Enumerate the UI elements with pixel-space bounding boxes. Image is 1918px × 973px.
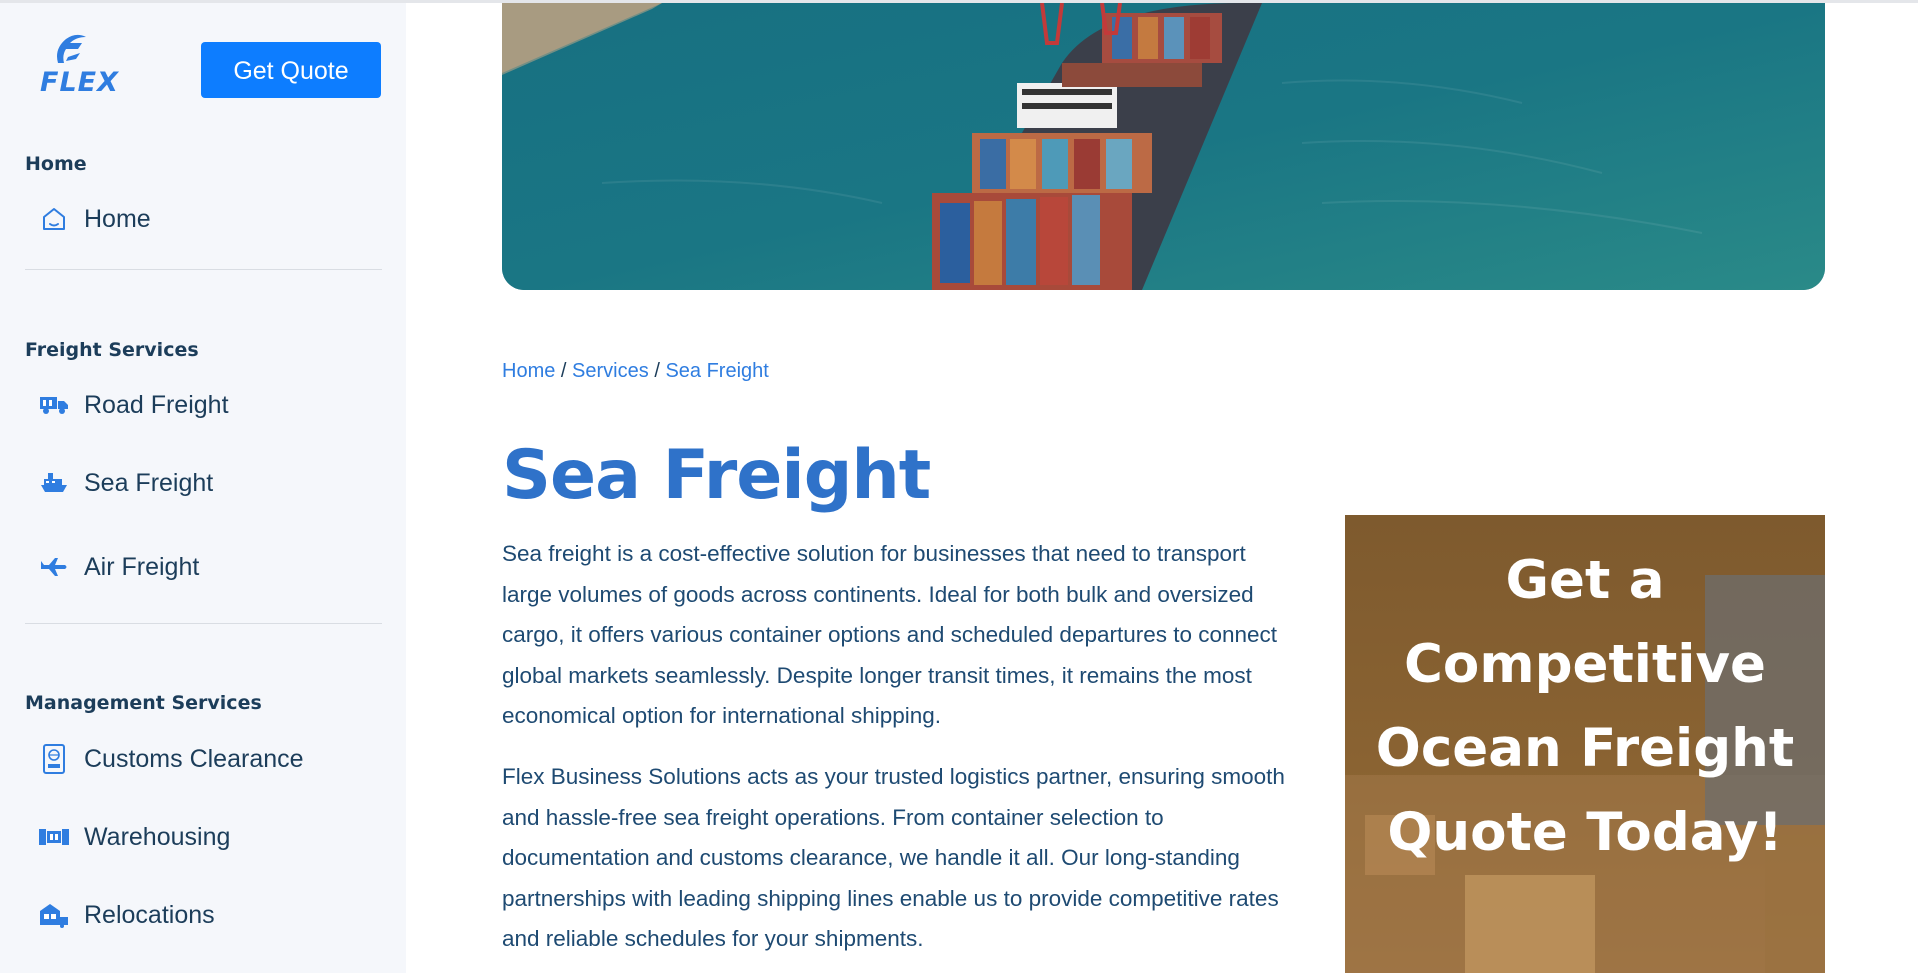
breadcrumb-separator: /	[560, 360, 567, 382]
breadcrumb-current: Sea Freight	[665, 360, 769, 382]
get-quote-button[interactable]: Get Quote	[201, 42, 381, 98]
promo-card[interactable]: Get a Competitive Ocean Freight Quote To…	[1345, 515, 1825, 973]
divider	[25, 269, 382, 270]
breadcrumb-home-link[interactable]: Home	[502, 360, 555, 382]
top-border	[0, 0, 1918, 3]
passport-icon	[38, 743, 70, 775]
breadcrumb: Home / Services / Sea Freight	[502, 360, 769, 383]
section-title-home: Home	[25, 153, 87, 175]
plane-icon	[38, 551, 70, 583]
breadcrumb-separator: /	[654, 360, 660, 382]
container-ship-illustration	[502, 3, 1825, 290]
sidebar-item-home[interactable]: Home	[38, 203, 151, 235]
intro-paragraph: Sea freight is a cost-effective solution…	[502, 541, 1278, 728]
sidebar-item-road-freight[interactable]: Road Freight	[38, 389, 229, 421]
sidebar-item-warehousing[interactable]: Warehousing	[38, 821, 230, 853]
sidebar-item-label: Home	[84, 204, 151, 233]
sidebar-item-label: Warehousing	[84, 822, 231, 851]
sidebar-item-label: Sea Freight	[84, 468, 214, 497]
logo[interactable]: FLEX	[38, 33, 119, 98]
logo-mark-icon	[57, 34, 86, 63]
sidebar-item-label: Relocations	[84, 900, 215, 929]
relocation-icon	[38, 899, 70, 931]
warehouse-icon	[38, 821, 70, 853]
section-title-freight-services: Freight Services	[25, 339, 199, 361]
truck-icon	[38, 389, 70, 421]
sidebar-item-label: Customs Clearance	[84, 744, 304, 773]
partner-paragraph: Flex Business Solutions acts as your tru…	[502, 764, 1285, 951]
page-title: Sea Freight	[502, 436, 931, 515]
sidebar-item-label: Air Freight	[84, 552, 200, 581]
home-icon	[38, 203, 70, 235]
section-title-management-services: Management Services	[25, 692, 262, 714]
breadcrumb-services-link[interactable]: Services	[572, 360, 649, 382]
sidebar-item-relocations[interactable]: Relocations	[38, 899, 215, 931]
hero-image	[502, 3, 1825, 290]
sidebar: FLEX Get Quote Home Home Freight Service…	[0, 3, 406, 973]
logo-text: FLEX	[40, 67, 119, 98]
sidebar-item-air-freight[interactable]: Air Freight	[38, 551, 199, 583]
sidebar-item-label: Road Freight	[84, 390, 229, 419]
sidebar-item-customs-clearance[interactable]: Customs Clearance	[38, 743, 304, 775]
sidebar-item-sea-freight[interactable]: Sea Freight	[38, 467, 213, 499]
ship-icon	[38, 467, 70, 499]
promo-heading: Get a Competitive Ocean Freight Quote To…	[1375, 550, 1795, 863]
divider	[25, 623, 382, 624]
